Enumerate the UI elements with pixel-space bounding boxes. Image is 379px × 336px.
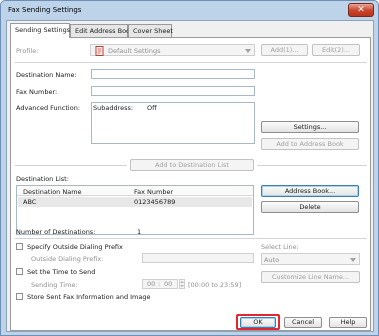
sending-time-range: [00:00 to 23:59] [188,281,242,289]
fax-number-input[interactable] [91,86,255,96]
number-of-destinations-value: 1 [137,228,142,236]
profile-add-button[interactable]: Add(1)... [261,44,308,56]
window-title: Fax Sending Settings [8,6,82,14]
advanced-function-label: Advanced Function: [16,104,81,112]
destination-name-input[interactable] [91,69,255,79]
sending-time-hour: 00 [147,280,156,288]
profile-label: Profile: [16,47,39,55]
number-of-destinations-label: Number of Destinations: [16,228,96,236]
destination-list-header: Destination Name Fax Number [17,186,253,196]
tab-cover-sheet[interactable]: Cover Sheet [128,24,173,37]
settings-button[interactable]: Settings... [261,121,359,133]
separator [15,165,127,166]
cancel-button[interactable]: Cancel [284,317,322,328]
set-time-label: Set the Time to Send [27,268,96,276]
profile-edit-button[interactable]: Edit(2)... [312,44,360,56]
close-icon: ✕ [357,5,365,15]
destination-name-label: Destination Name: [16,71,77,79]
sending-time-separator: : [158,280,161,288]
advanced-function-box: Subaddress: Off [91,102,255,144]
store-sent-checkbox[interactable] [16,293,23,300]
customize-line-name-button[interactable]: Customize Line Name... [261,271,360,283]
sending-time-minute: 00 [164,280,173,288]
store-sent-label: Store Sent Fax Information and Image [27,293,151,301]
dialog-client-area: Sending Settings Edit Address Book Cover… [6,20,374,332]
outside-prefix-field-label: Outside Dialing Prefix: [31,255,104,263]
outside-prefix-input[interactable] [142,253,254,263]
destination-list-label: Destination List: [16,175,69,183]
add-to-destination-list-button[interactable]: Add to Destination List [130,159,254,171]
fax-sending-settings-window: Fax Sending Settings ✕ Sending Settings … [0,0,379,336]
column-header-destination-name[interactable]: Destination Name [23,188,82,196]
select-line-label: Select Line: [261,243,299,251]
profile-select[interactable]: Default Settings [90,44,255,56]
column-header-fax-number[interactable]: Fax Number [134,188,173,196]
tab-edit-address-book[interactable]: Edit Address Book [70,24,134,37]
profile-value: Default Settings [108,47,161,55]
row-fax-number: 0123456789 [134,198,176,206]
delete-button[interactable]: Delete [261,201,359,213]
help-button[interactable]: Help [329,317,367,328]
fax-number-label: Fax Number: [16,88,58,96]
table-row[interactable]: ABC 0123456789 [18,197,252,207]
outside-prefix-label: Specify Outside Dialing Prefix [27,243,123,251]
subaddress-label: Subaddress: [93,104,134,112]
select-line-value: Auto [264,256,280,264]
add-to-address-book-button[interactable]: Add to Address Book [261,138,359,150]
set-time-checkbox[interactable] [16,268,23,275]
tab-sending-settings[interactable]: Sending Settings [10,23,70,38]
sending-time-spinner[interactable] [179,279,185,289]
title-bar[interactable]: Fax Sending Settings ✕ [1,1,378,20]
select-line-select[interactable]: Auto [261,253,360,265]
subaddress-value: Off [147,104,157,112]
ok-button[interactable]: OK [240,317,276,328]
separator [15,238,367,239]
chevron-down-icon [350,258,356,262]
spinner-arrows-icon [180,281,184,287]
outside-prefix-checkbox[interactable] [16,243,23,250]
address-book-button[interactable]: Address Book... [261,185,359,197]
sending-time-label: Sending Time: [31,281,78,289]
sending-settings-panel: Profile: Default Settings Add(1)... Edit… [10,37,371,331]
separator [15,62,367,63]
close-button[interactable]: ✕ [348,3,374,17]
separator [257,165,367,166]
sending-time-input[interactable]: 00 : 00 [142,279,178,289]
profile-document-icon [95,46,104,56]
row-destination-name: ABC [23,198,37,206]
chevron-down-icon [245,49,251,53]
